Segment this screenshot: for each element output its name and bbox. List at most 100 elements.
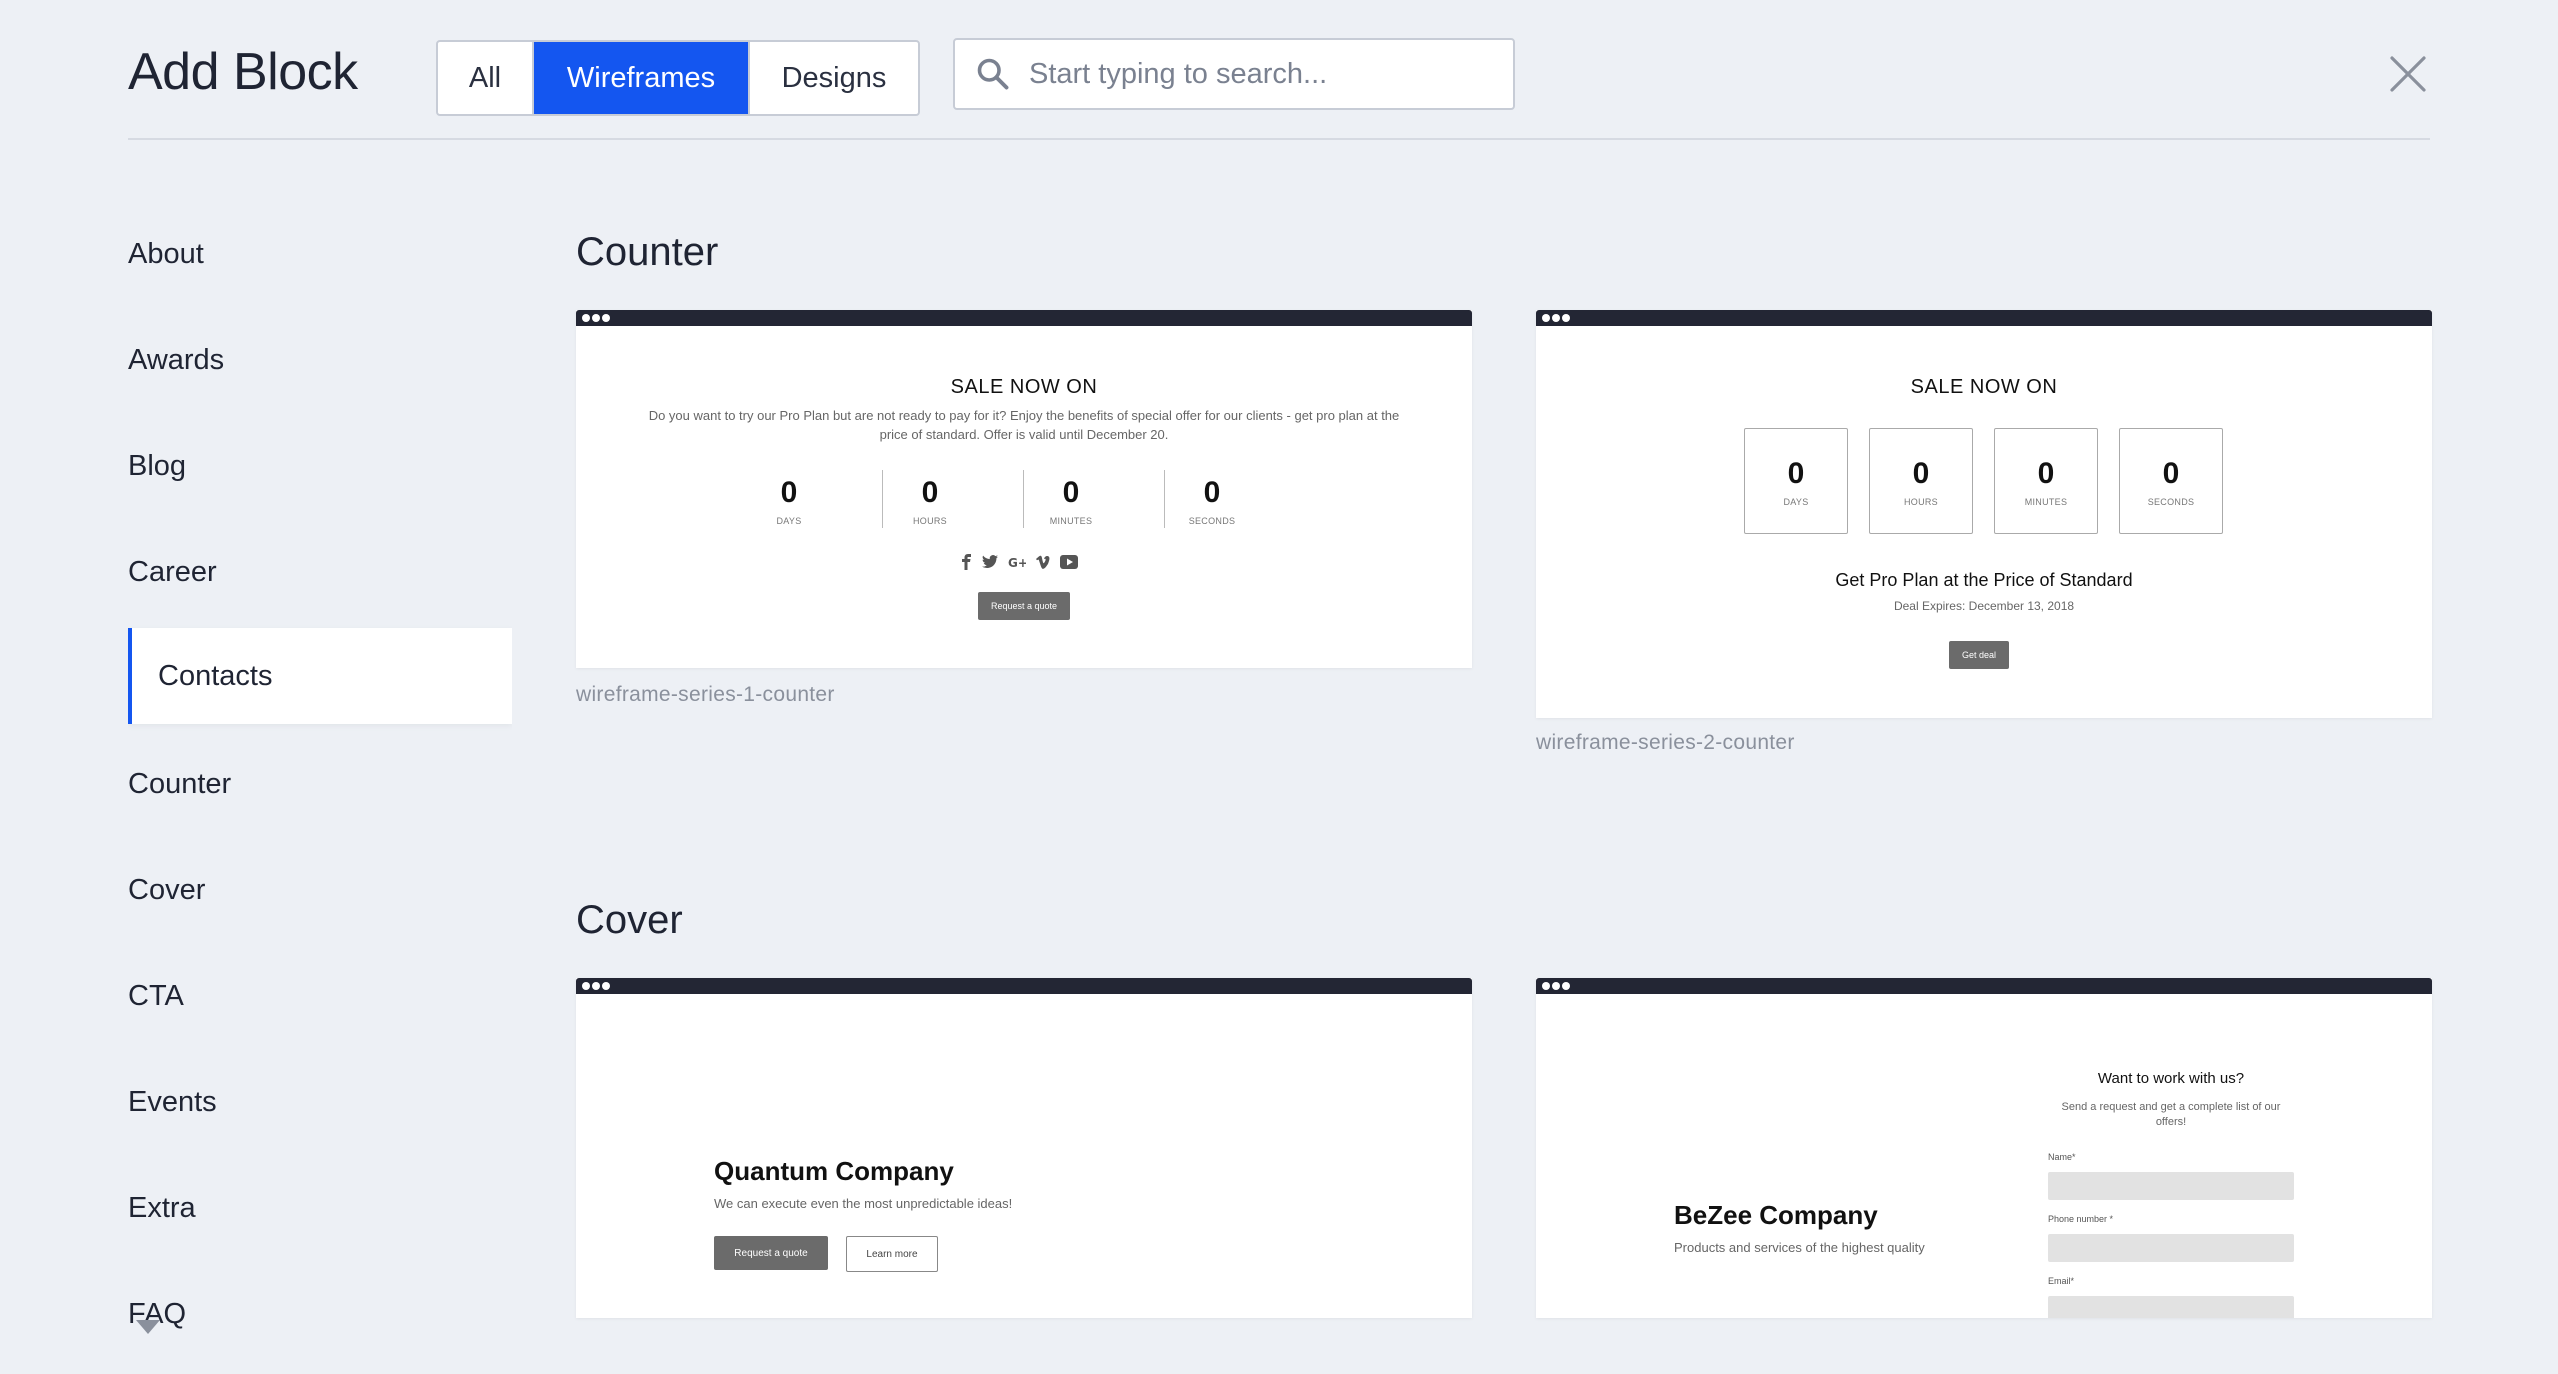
social-icons: G+ (960, 554, 1078, 570)
block-card-cover-1[interactable]: Quantum Company We can execute even the … (576, 978, 1472, 1318)
company-tagline: We can execute even the most unpredictab… (714, 1196, 1013, 1211)
sale-heading: SALE NOW ON (950, 376, 1098, 398)
window-dot (1542, 314, 1550, 322)
sidebar-item-counter[interactable]: Counter (128, 736, 512, 832)
counter-value: 0 (1787, 457, 1805, 490)
facebook-icon (962, 554, 971, 570)
email-field[interactable] (2048, 1296, 2294, 1318)
sidebar-item-cover[interactable]: Cover (128, 842, 512, 938)
counter-hours: 0 HOURS (870, 476, 990, 526)
sidebar-item-extra[interactable]: Extra (128, 1160, 512, 1256)
counter-label: SECONDS (2147, 497, 2195, 507)
window-bar (1536, 978, 2432, 994)
block-card-wireframe-series-1-counter[interactable]: SALE NOW ON Do you want to try our Pro P… (576, 310, 1472, 668)
vimeo-icon (1036, 555, 1050, 569)
filter-wireframes-button[interactable]: Wireframes (534, 42, 748, 114)
block-caption: wireframe-series-2-counter (1536, 731, 1795, 754)
counter-label: DAYS (776, 516, 802, 526)
counter-label: MINUTES (2024, 497, 2068, 507)
counter-minutes: 0 MINUTES (1011, 476, 1131, 526)
sidebar-item-contacts[interactable]: Contacts (128, 628, 512, 724)
counter-days: 0 DAYS (1744, 428, 1848, 534)
counter-value: 0 (1062, 476, 1080, 509)
company-name: Quantum Company (714, 1156, 954, 1186)
request-quote-button[interactable]: Request a quote (714, 1236, 828, 1270)
sidebar-item-events[interactable]: Events (128, 1054, 512, 1150)
sidebar-item-career[interactable]: Career (128, 524, 512, 620)
window-dot (602, 314, 610, 322)
sidebar-item-label: Counter (128, 767, 232, 800)
counter-value: 0 (2162, 457, 2180, 490)
window-bar (576, 310, 1472, 326)
counter-days: 0 DAYS (729, 476, 849, 526)
counter-value: 0 (780, 476, 798, 509)
counter-value: 0 (1203, 476, 1221, 509)
sidebar-item-cta[interactable]: CTA (128, 948, 512, 1044)
sidebar-item-label: Career (128, 555, 217, 588)
counter-label: HOURS (912, 516, 947, 526)
sidebar-item-label: Awards (128, 343, 225, 376)
field-label: Name* (2048, 1152, 2076, 1162)
sidebar-item-label: Events (128, 1085, 217, 1118)
sidebar-item-awards[interactable]: Awards (128, 312, 512, 408)
close-icon[interactable] (2388, 54, 2428, 94)
filter-all-button[interactable]: All (438, 42, 534, 114)
search-input[interactable] (1027, 56, 1491, 92)
company-tagline: Products and services of the highest qua… (1674, 1240, 1925, 1255)
name-field[interactable] (2048, 1172, 2294, 1200)
counter-seconds: 0 SECONDS (2119, 428, 2223, 534)
search-icon (977, 58, 1009, 90)
counter-seconds: 0 SECONDS (1152, 476, 1272, 526)
sidebar-item-label: Blog (128, 449, 187, 482)
window-dot (1542, 982, 1550, 990)
youtube-icon (1060, 555, 1078, 569)
counter-value: 0 (1912, 457, 1930, 490)
counter-value: 0 (2037, 457, 2055, 490)
offer-text: Get Pro Plan at the Price of Standard (1835, 570, 2133, 590)
block-card-cover-2[interactable]: BeZee Company Products and services of t… (1536, 978, 2432, 1318)
page-title: Add Block (128, 43, 358, 101)
block-card-wireframe-series-2-counter[interactable]: SALE NOW ON 0 DAYS 0 HOURS 0 MINUTES 0 S… (1536, 310, 2432, 718)
field-label: Phone number * (2048, 1214, 2114, 1224)
sidebar-item-label: About (128, 237, 204, 270)
counter-hours: 0 HOURS (1869, 428, 1973, 534)
window-dot (582, 314, 590, 322)
phone-field[interactable] (2048, 1234, 2294, 1262)
block-caption: wireframe-series-1-counter (576, 683, 835, 706)
window-dot (1552, 982, 1560, 990)
window-dot (592, 982, 600, 990)
sidebar-item-label: Cover (128, 873, 206, 906)
get-deal-button[interactable]: Get deal (1949, 641, 2009, 669)
sidebar: About Awards Blog Career Contacts Counte… (128, 200, 512, 1330)
window-dot (602, 982, 610, 990)
sidebar-item-faq[interactable]: FAQ (128, 1266, 512, 1330)
section-title-counter: Counter (576, 230, 719, 274)
company-name: BeZee Company (1674, 1200, 1878, 1230)
counter-label: DAYS (1783, 497, 1809, 507)
sidebar-item-about[interactable]: About (128, 206, 512, 302)
window-bar (576, 978, 1472, 994)
header-divider (128, 138, 2430, 140)
svg-text:G+: G+ (1008, 556, 1026, 568)
sidebar-item-label: CTA (128, 979, 184, 1012)
field-label: Email* (2048, 1276, 2075, 1286)
counter-label: MINUTES (1049, 516, 1093, 526)
learn-more-button[interactable]: Learn more (846, 1236, 938, 1272)
scroll-down-icon[interactable] (136, 1320, 160, 1334)
sidebar-item-label: Extra (128, 1191, 196, 1224)
twitter-icon (982, 555, 998, 569)
filter-segmented-control: All Wireframes Designs (436, 40, 920, 116)
window-dot (592, 314, 600, 322)
counter-minutes: 0 MINUTES (1994, 428, 2098, 534)
request-quote-button[interactable]: Request a quote (978, 592, 1070, 620)
header: Add Block All Wireframes Designs (0, 0, 2558, 140)
sale-heading: SALE NOW ON (1910, 376, 2058, 398)
sidebar-item-blog[interactable]: Blog (128, 418, 512, 514)
filter-designs-button[interactable]: Designs (748, 42, 918, 114)
expires-text: Deal Expires: December 13, 2018 (1893, 599, 2075, 613)
google-plus-icon: G+ (1008, 556, 1026, 568)
window-dot (1562, 314, 1570, 322)
sale-description: Do you want to try our Pro Plan but are … (648, 408, 1400, 442)
counter-label: HOURS (1903, 497, 1938, 507)
window-bar (1536, 310, 2432, 326)
